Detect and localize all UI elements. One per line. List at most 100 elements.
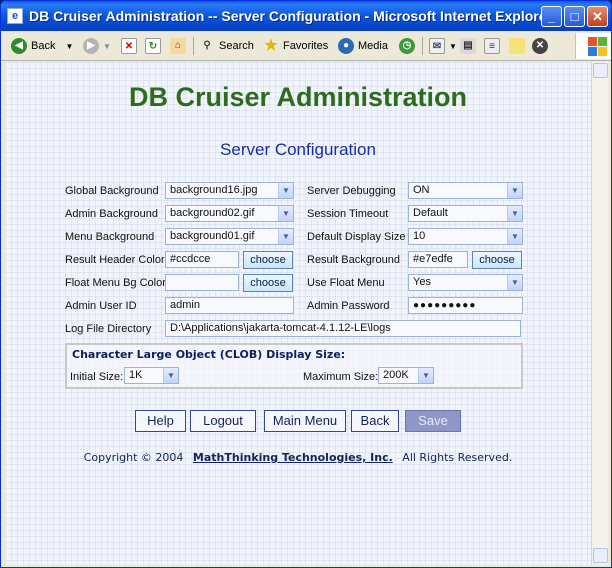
clob-display-size-panel: Character Large Object (CLOB) Display Si… <box>65 343 523 389</box>
messenger-icon: ✕ <box>532 38 548 54</box>
chevron-down-icon[interactable]: ▼ <box>507 183 522 198</box>
result-background-input[interactable]: #e7edfe <box>408 251 468 268</box>
page-title: DB Cruiser Administration <box>128 82 468 112</box>
discuss-button[interactable] <box>509 35 529 57</box>
windows-flag-red <box>588 37 597 46</box>
windows-logo <box>575 33 611 59</box>
session-timeout-value: Default <box>413 207 448 219</box>
refresh-button[interactable]: ↻ <box>145 35 165 57</box>
chevron-down-icon[interactable]: ▼ <box>163 368 178 383</box>
use-float-menu-label: Use Float Menu <box>307 277 385 289</box>
admin-background-select[interactable]: background02.gif ▼ <box>165 205 294 222</box>
history-button[interactable]: ◷ <box>399 35 419 57</box>
global-background-select[interactable]: background16.jpg ▼ <box>165 182 294 199</box>
search-icon: ⚲ <box>203 40 211 51</box>
media-button[interactable]: ● Media <box>338 35 388 57</box>
favorites-button[interactable]: ★ Favorites <box>263 35 328 57</box>
maximum-size-select[interactable]: 200K ▼ <box>378 367 434 384</box>
admin-password-label: Admin Password <box>307 300 390 312</box>
edit-icon: ≡ <box>484 38 500 54</box>
windows-flag-green <box>598 37 607 46</box>
default-display-size-label: Default Display Size <box>307 231 406 243</box>
favorites-label: Favorites <box>283 40 329 52</box>
scroll-down-button[interactable] <box>593 548 608 563</box>
history-icon: ◷ <box>399 38 415 54</box>
back-page-button[interactable]: Back <box>351 410 399 432</box>
company-link[interactable]: MathThinking Technologies, Inc. <box>193 451 393 464</box>
main-menu-button[interactable]: Main Menu <box>264 410 346 432</box>
save-button[interactable]: Save <box>405 410 461 432</box>
title-bar: e DB Cruiser Administration -- Server Co… <box>1 1 611 31</box>
initial-size-select[interactable]: 1K ▼ <box>124 367 179 384</box>
menu-background-select[interactable]: background01.gif ▼ <box>165 228 294 245</box>
forward-dropdown-icon[interactable]: ▼ <box>103 42 111 51</box>
log-file-directory-input[interactable]: D:\Applications\jakarta-tomcat-4.1.12-LE… <box>165 320 521 337</box>
admin-background-label: Admin Background <box>65 208 158 220</box>
maximize-button[interactable]: □ <box>564 6 585 27</box>
toolbar-separator <box>422 37 423 55</box>
admin-user-id-input[interactable]: admin <box>165 297 294 314</box>
print-button[interactable]: ▤ <box>460 35 480 57</box>
media-label: Media <box>358 40 388 52</box>
scroll-up-button[interactable] <box>593 63 608 78</box>
admin-background-value: background02.gif <box>170 207 255 219</box>
session-timeout-select[interactable]: Default ▼ <box>408 205 523 222</box>
float-menu-bg-color-choose-button[interactable]: choose <box>243 274 293 292</box>
window-title: DB Cruiser Administration -- Server Conf… <box>29 8 552 24</box>
help-button[interactable]: Help <box>135 410 186 432</box>
chevron-down-icon[interactable]: ▼ <box>278 229 293 244</box>
refresh-icon: ↻ <box>145 38 161 54</box>
mail-icon: ✉ <box>429 38 445 54</box>
chevron-down-icon[interactable]: ▼ <box>507 275 522 290</box>
vertical-scrollbar[interactable] <box>591 62 608 565</box>
admin-password-input[interactable]: ●●●●●●●●● <box>408 297 523 314</box>
chevron-down-icon[interactable]: ▼ <box>278 183 293 198</box>
discuss-icon <box>509 38 525 54</box>
logout-button[interactable]: Logout <box>190 410 256 432</box>
float-menu-bg-color-label: Float Menu Bg Color <box>65 277 166 289</box>
search-label: Search <box>219 40 254 52</box>
result-header-color-label: Result Header Color <box>65 254 165 266</box>
mail-button[interactable]: ✉ ▼ <box>429 35 457 57</box>
stop-button[interactable]: ✕ <box>121 35 141 57</box>
chevron-down-icon[interactable]: ▼ <box>507 229 522 244</box>
result-header-color-input[interactable]: #ccdcce <box>165 251 239 268</box>
home-button[interactable]: ⌂ <box>170 35 190 57</box>
copyright-text: Copyright © 2004 <box>83 451 184 464</box>
clob-panel-title: Character Large Object (CLOB) Display Si… <box>72 348 346 361</box>
minimize-button[interactable]: _ <box>541 6 562 27</box>
default-display-size-value: 10 <box>413 230 426 242</box>
initial-size-label: Initial Size: <box>70 371 124 383</box>
page-viewport: DB Cruiser Administration Server Configu… <box>5 62 591 565</box>
menu-background-value: background01.gif <box>170 230 255 242</box>
global-background-label: Global Background <box>65 185 159 197</box>
toolbar-separator <box>193 37 194 55</box>
messenger-button[interactable]: ✕ <box>532 35 552 57</box>
ie-page-icon: e <box>7 8 23 24</box>
initial-size-value: 1K <box>129 369 143 381</box>
browser-toolbar: ◀ Back ▼ ▶ ▼ ✕ ↻ ⌂ ⚲ Search ★ Favorites … <box>1 31 611 61</box>
session-timeout-label: Session Timeout <box>307 208 389 220</box>
result-background-choose-button[interactable]: choose <box>472 251 522 269</box>
back-dropdown-icon[interactable]: ▼ <box>65 42 73 51</box>
back-label: Back <box>31 40 56 52</box>
stop-icon: ✕ <box>121 38 137 54</box>
chevron-down-icon[interactable]: ▼ <box>507 206 522 221</box>
server-debugging-select[interactable]: ON ▼ <box>408 182 523 199</box>
result-background-label: Result Background <box>307 254 400 266</box>
server-debugging-value: ON <box>413 184 430 196</box>
chevron-down-icon[interactable]: ▼ <box>278 206 293 221</box>
mail-dropdown-icon[interactable]: ▼ <box>449 42 457 51</box>
forward-button[interactable]: ▶ ▼ <box>83 35 111 57</box>
forward-arrow-icon: ▶ <box>83 38 99 54</box>
back-button[interactable]: ◀ Back ▼ <box>11 35 73 57</box>
float-menu-bg-color-input[interactable] <box>165 274 239 291</box>
admin-user-id-label: Admin User ID <box>65 300 137 312</box>
close-button[interactable]: ✕ <box>587 6 608 27</box>
use-float-menu-select[interactable]: Yes ▼ <box>408 274 523 291</box>
result-header-color-choose-button[interactable]: choose <box>243 251 293 269</box>
default-display-size-select[interactable]: 10 ▼ <box>408 228 523 245</box>
edit-button[interactable]: ≡ <box>484 35 504 57</box>
chevron-down-icon[interactable]: ▼ <box>418 368 433 383</box>
search-button[interactable]: ⚲ Search <box>199 35 254 57</box>
